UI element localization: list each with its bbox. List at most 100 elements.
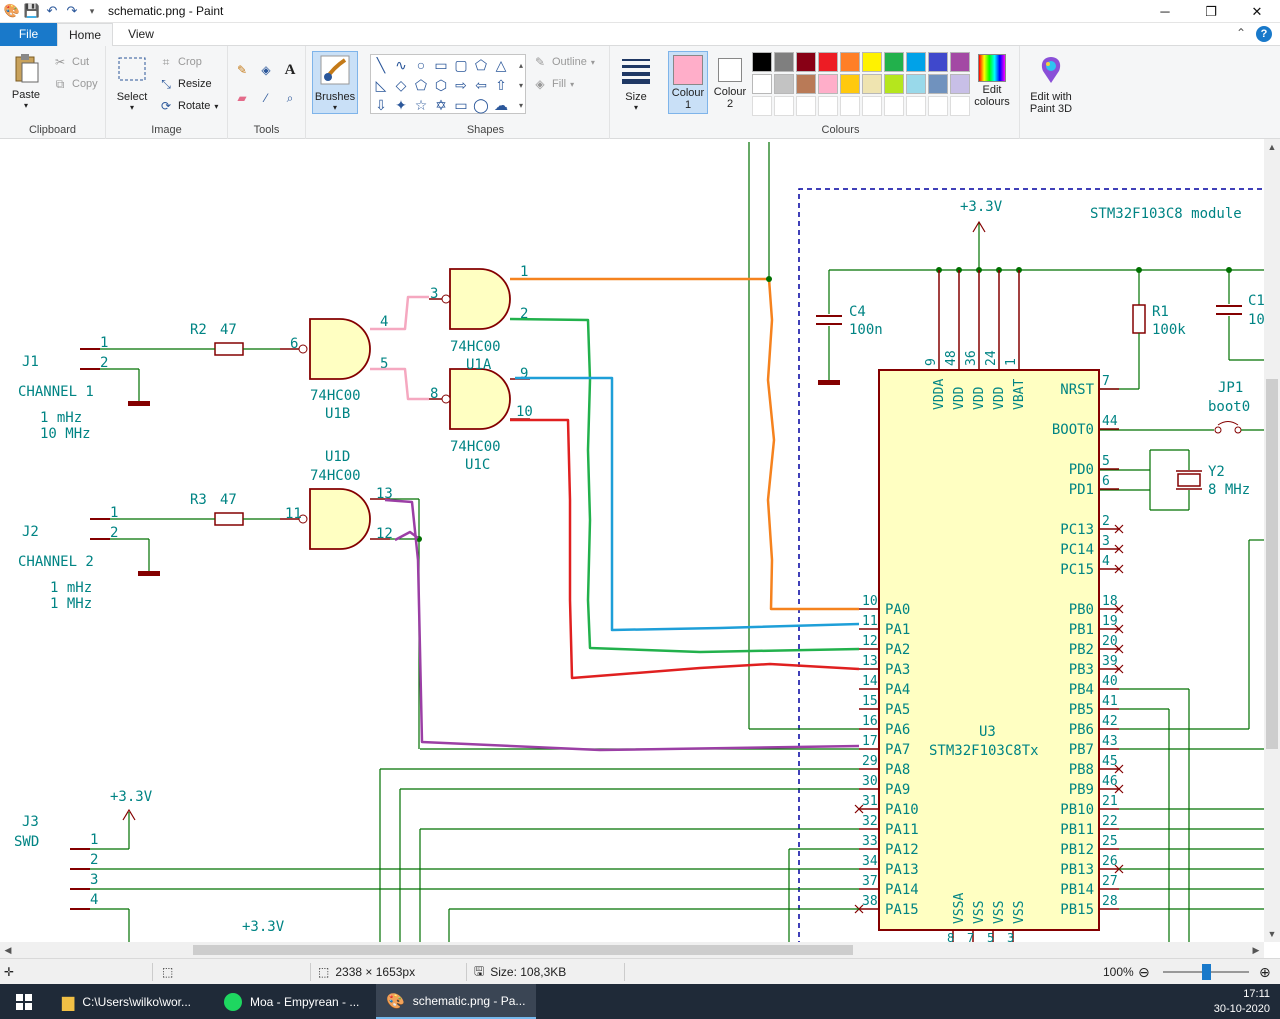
palette-swatch[interactable] xyxy=(928,96,948,116)
palette-swatch[interactable] xyxy=(950,52,970,72)
oval-callout-shape-icon[interactable]: ◯ xyxy=(471,95,491,115)
taskbar-explorer[interactable]: ▆ C:\Users\wilko\wor... xyxy=(52,984,212,1019)
palette-swatch[interactable] xyxy=(818,74,838,94)
horizontal-scroll-thumb[interactable] xyxy=(193,945,853,955)
color-picker-icon[interactable]: ⁄ xyxy=(258,88,274,108)
rect-callout-shape-icon[interactable]: ▭ xyxy=(451,95,471,115)
vertical-scroll-thumb[interactable] xyxy=(1266,379,1278,749)
six-point-star-shape-icon[interactable]: ✡ xyxy=(431,95,451,115)
four-point-star-shape-icon[interactable]: ✦ xyxy=(391,95,411,115)
colour-2-button[interactable]: Colour 2 xyxy=(710,54,750,110)
palette-swatch[interactable] xyxy=(950,74,970,94)
shapes-scroll-up-icon[interactable]: ▴ xyxy=(511,55,531,75)
palette-swatch[interactable] xyxy=(774,52,794,72)
palette-swatch[interactable] xyxy=(840,96,860,116)
edit-colours-button[interactable]: Edit colours xyxy=(972,54,1012,108)
minimize-button[interactable]: ─ xyxy=(1142,0,1188,23)
eraser-icon[interactable]: ▰ xyxy=(234,88,250,108)
resize-button[interactable]: ⤡ Resize xyxy=(158,74,211,94)
outline-button[interactable]: ✎ Outline ▾ xyxy=(532,52,595,72)
zoom-slider-thumb[interactable] xyxy=(1202,964,1211,980)
edit-with-paint3d-button[interactable]: Edit with Paint 3D xyxy=(1024,54,1078,115)
hexagon-shape-icon[interactable]: ⬡ xyxy=(431,75,451,95)
shapes-scroll-down-icon[interactable]: ▾ xyxy=(511,75,531,95)
redo-icon[interactable]: ↷ xyxy=(64,3,80,19)
palette-swatch[interactable] xyxy=(796,96,816,116)
palette-swatch[interactable] xyxy=(906,96,926,116)
palette-swatch[interactable] xyxy=(818,52,838,72)
five-point-star-shape-icon[interactable]: ☆ xyxy=(411,95,431,115)
tab-view[interactable]: View xyxy=(113,23,169,46)
colour-1-button[interactable]: Colour 1 xyxy=(668,51,708,114)
brushes-button[interactable]: Brushes ▾ xyxy=(312,51,358,114)
oval-shape-icon[interactable]: ○ xyxy=(411,55,431,75)
pentagon-shape-icon[interactable]: ⬠ xyxy=(411,75,431,95)
shapes-expand-icon[interactable]: ▾ xyxy=(511,95,531,115)
tab-home[interactable]: Home xyxy=(57,23,113,47)
palette-swatch[interactable] xyxy=(752,52,772,72)
zoom-out-button[interactable]: ⊖ xyxy=(1138,959,1150,985)
system-clock[interactable]: 17:11 30-10-2020 xyxy=(1214,987,1270,1017)
polygon-shape-icon[interactable]: ⬠ xyxy=(471,55,491,75)
right-triangle-shape-icon[interactable]: ◺ xyxy=(371,75,391,95)
palette-swatch[interactable] xyxy=(884,74,904,94)
help-icon[interactable]: ? xyxy=(1256,26,1272,42)
shapes-gallery[interactable]: ╲ ∿ ○ ▭ ▢ ⬠ △ ◺ ◇ ⬠ ⬡ ⇨ ⇦ ⇧ ⇩ ✦ ☆ ✡ ▭ ◯ … xyxy=(370,54,526,114)
palette-swatch[interactable] xyxy=(950,96,970,116)
cloud-callout-shape-icon[interactable]: ☁ xyxy=(491,95,511,115)
palette-swatch[interactable] xyxy=(752,96,772,116)
line-shape-icon[interactable]: ╲ xyxy=(371,55,391,75)
copy-button[interactable]: ⧉ Copy xyxy=(52,74,98,94)
customize-toolbar-icon[interactable]: ▾ xyxy=(84,3,100,19)
rounded-rectangle-shape-icon[interactable]: ▢ xyxy=(451,55,471,75)
undo-icon[interactable]: ↶ xyxy=(44,3,60,19)
paste-button[interactable]: Paste ▾ xyxy=(6,52,46,110)
magnifier-icon[interactable]: ⌕ xyxy=(282,88,298,108)
curve-shape-icon[interactable]: ∿ xyxy=(391,55,411,75)
right-arrow-shape-icon[interactable]: ⇨ xyxy=(451,75,471,95)
palette-swatch[interactable] xyxy=(840,52,860,72)
down-arrow-shape-icon[interactable]: ⇩ xyxy=(371,95,391,115)
palette-swatch[interactable] xyxy=(862,52,882,72)
ribbon-collapse-icon[interactable]: ⌃ xyxy=(1236,26,1246,42)
save-icon[interactable]: 💾 xyxy=(24,3,40,19)
palette-swatch[interactable] xyxy=(928,74,948,94)
palette-swatch[interactable] xyxy=(752,74,772,94)
scroll-up-icon[interactable]: ▲ xyxy=(1264,139,1280,155)
palette-swatch[interactable] xyxy=(818,96,838,116)
crop-button[interactable]: ⌗ Crop xyxy=(158,52,202,72)
vertical-scrollbar[interactable]: ▲ ▼ xyxy=(1264,139,1280,942)
scroll-left-icon[interactable]: ◀ xyxy=(0,942,16,958)
palette-swatch[interactable] xyxy=(906,52,926,72)
pencil-icon[interactable]: ✎ xyxy=(234,60,250,80)
left-arrow-shape-icon[interactable]: ⇦ xyxy=(471,75,491,95)
palette-swatch[interactable] xyxy=(862,74,882,94)
palette-swatch[interactable] xyxy=(906,74,926,94)
tab-file[interactable]: File xyxy=(0,23,57,46)
cut-button[interactable]: ✂ Cut xyxy=(52,52,89,72)
rotate-button[interactable]: ⟳ Rotate ▾ xyxy=(158,96,218,116)
taskbar-spotify[interactable]: Moa - Empyrean - ... xyxy=(214,984,374,1019)
palette-swatch[interactable] xyxy=(774,74,794,94)
paste-dropdown-icon[interactable]: ▾ xyxy=(6,101,46,110)
palette-swatch[interactable] xyxy=(796,52,816,72)
taskbar-paint[interactable]: 🎨 schematic.png - Pa... xyxy=(376,984,536,1019)
palette-swatch[interactable] xyxy=(840,74,860,94)
close-button[interactable]: ✕ xyxy=(1234,0,1280,23)
scroll-right-icon[interactable]: ▶ xyxy=(1248,942,1264,958)
palette-swatch[interactable] xyxy=(774,96,794,116)
maximize-button[interactable]: ❐ xyxy=(1188,0,1234,23)
horizontal-scrollbar[interactable]: ◀ ▶ xyxy=(0,942,1264,958)
zoom-in-button[interactable]: ⊕ xyxy=(1259,959,1271,985)
rectangle-shape-icon[interactable]: ▭ xyxy=(431,55,451,75)
palette-swatch[interactable] xyxy=(862,96,882,116)
rotate-dropdown-icon[interactable]: ▾ xyxy=(214,102,218,111)
start-button[interactable] xyxy=(0,984,48,1019)
palette-swatch[interactable] xyxy=(928,52,948,72)
palette-swatch[interactable] xyxy=(884,52,904,72)
select-button[interactable]: Select ▾ xyxy=(112,54,152,112)
text-icon[interactable]: A xyxy=(282,60,298,80)
schematic-image[interactable]: STM32F103C8 module +3.3V C4 100n R1 100k C1 10 J… xyxy=(0,139,1264,942)
size-button[interactable]: Size ▾ xyxy=(616,54,656,112)
palette-swatch[interactable] xyxy=(884,96,904,116)
